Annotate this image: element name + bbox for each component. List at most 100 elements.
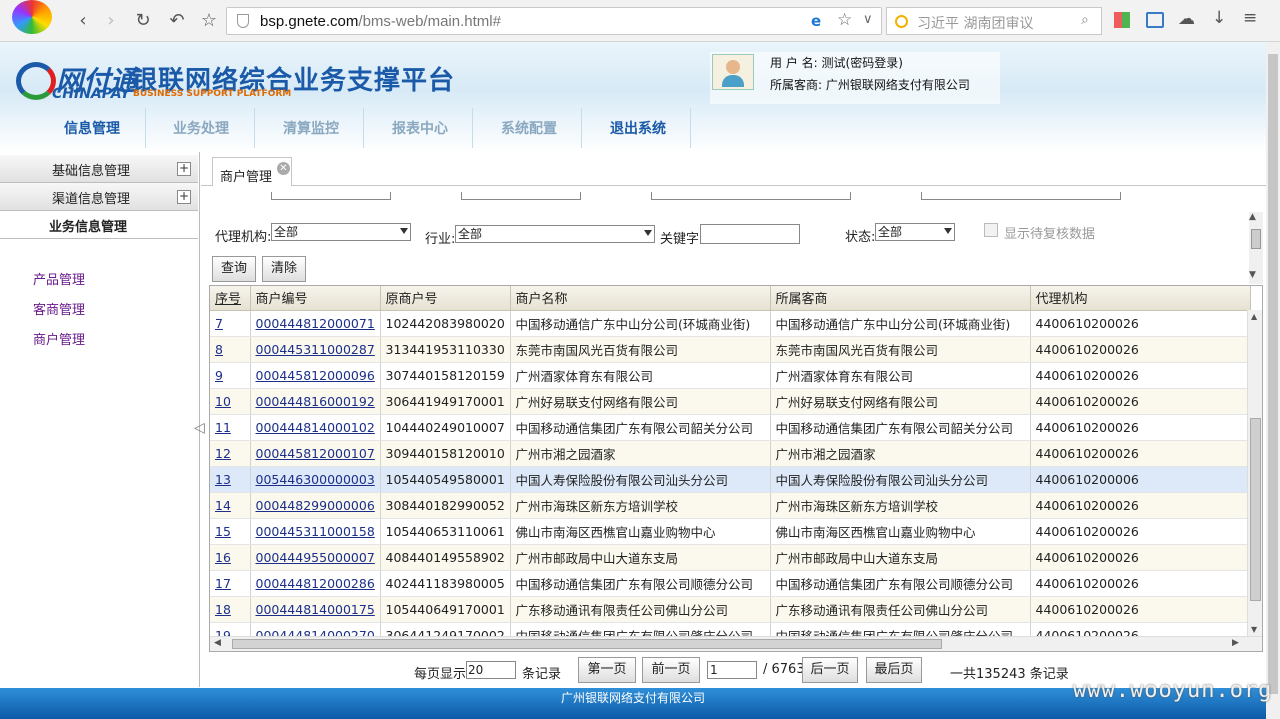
col-header-merchant-name[interactable]: 商户名称 <box>510 286 771 311</box>
cell-index[interactable]: 11 <box>210 414 251 441</box>
window-scrollbar[interactable] <box>1266 42 1280 719</box>
clipped-filter-field[interactable] <box>921 192 1121 200</box>
scroll-thumb[interactable] <box>1251 229 1261 249</box>
expand-icon[interactable]: + <box>177 162 191 176</box>
cell-index[interactable]: 16 <box>210 544 251 571</box>
sidebar-section-basic[interactable]: 基础信息管理 + <box>0 155 198 183</box>
cell-index[interactable]: 17 <box>210 570 251 597</box>
nav-clearing[interactable]: 清算监控 <box>283 118 339 138</box>
cell-merchant-id[interactable]: 000444816000192 <box>250 388 381 415</box>
cell-merchant-id[interactable]: 005446300000003 <box>250 466 381 493</box>
col-header-merchant-id[interactable]: 商户编号 <box>250 286 381 311</box>
favorite-star-icon[interactable]: ☆ <box>837 10 852 30</box>
cell-index[interactable]: 12 <box>210 440 251 467</box>
agency-select[interactable]: 全部 <box>271 223 411 241</box>
search-box[interactable]: 习近平 湖南团审议 ⌕ <box>886 7 1102 35</box>
cell-merchant-id[interactable]: 000445311000287 <box>250 336 381 363</box>
cell-index[interactable]: 13 <box>210 466 251 493</box>
cell-index[interactable]: 7 <box>210 310 251 337</box>
clipped-filter-field[interactable] <box>271 192 391 200</box>
dropdown-icon[interactable]: ∨ <box>863 12 873 27</box>
tab-merchant-management[interactable]: 商户管理 ✕ <box>212 157 292 186</box>
table-row[interactable]: 9 000445812000096 307440158120159 广州酒家体育东有限… <box>210 362 1251 389</box>
scroll-up-icon[interactable]: ▲ <box>1251 312 1257 321</box>
cell-merchant-id[interactable]: 000444955000007 <box>250 544 381 571</box>
nav-system-config[interactable]: 系统配置 <box>501 118 557 138</box>
pending-checkbox[interactable] <box>984 223 998 237</box>
sidebar-item-merchant-client[interactable]: 客商管理 <box>33 299 85 318</box>
cell-merchant-id[interactable]: 000445812000096 <box>250 362 381 389</box>
cell-index[interactable]: 18 <box>210 596 251 623</box>
filter-scrollbar[interactable]: ▲ ▼ <box>1249 212 1263 284</box>
cell-merchant-id[interactable]: 000444812000286 <box>250 570 381 597</box>
forward-icon[interactable]: › <box>100 10 122 32</box>
status-select[interactable]: 全部 <box>875 223 955 241</box>
address-bar[interactable]: bsp.gnete.com/bms-web/main.html# e ☆ ∨ <box>226 7 882 35</box>
extension-icon[interactable] <box>1146 12 1164 28</box>
table-row[interactable]: 7 000444812000071 102442083980020 中国移动通信广东中… <box>210 310 1251 337</box>
scroll-thumb[interactable] <box>232 639 942 649</box>
col-header-client[interactable]: 所属客商 <box>770 286 1031 311</box>
nav-business[interactable]: 业务处理 <box>173 118 229 138</box>
collapse-sidebar-icon[interactable]: ◁ <box>194 420 205 436</box>
cell-merchant-id[interactable]: 000444812000071 <box>250 310 381 337</box>
cloud-icon[interactable]: ☁ <box>1178 9 1195 29</box>
per-page-input[interactable]: 20 <box>466 661 516 679</box>
nav-logout[interactable]: 退出系统 <box>610 118 666 138</box>
table-row[interactable]: 8 000445311000287 313441953110330 东莞市南国风光百货… <box>210 336 1251 363</box>
scroll-thumb[interactable] <box>1268 54 1278 694</box>
reload-icon[interactable]: ↻ <box>132 10 154 32</box>
col-header-orig-merchant-id[interactable]: 原商户号 <box>380 286 511 311</box>
cell-merchant-id[interactable]: 000444814000175 <box>250 596 381 623</box>
scroll-thumb[interactable] <box>1250 418 1261 601</box>
cell-index[interactable]: 10 <box>210 388 251 415</box>
cell-merchant-id[interactable]: 000448299000006 <box>250 492 381 519</box>
nav-info-management[interactable]: 信息管理 <box>64 118 120 138</box>
query-button[interactable]: 查询 <box>212 256 256 282</box>
close-icon[interactable]: ✕ <box>277 162 290 175</box>
back-icon[interactable]: ‹ <box>72 10 94 32</box>
ie-icon[interactable]: e <box>811 12 821 30</box>
star-icon[interactable]: ☆ <box>198 10 220 32</box>
apps-icon[interactable] <box>1114 12 1130 28</box>
clipped-filter-field[interactable] <box>461 192 581 200</box>
first-page-button[interactable]: 第一页 <box>578 657 636 683</box>
menu-icon[interactable]: ≡ <box>1243 8 1257 28</box>
scroll-left-icon[interactable]: ◀ <box>214 638 221 648</box>
col-header-agency[interactable]: 代理机构 <box>1030 286 1251 311</box>
table-row[interactable]: 12 000445812000107 309440158120010 广州市湘之园酒家… <box>210 440 1251 467</box>
clear-button[interactable]: 清除 <box>262 256 306 282</box>
cell-index[interactable]: 8 <box>210 336 251 363</box>
nav-reports[interactable]: 报表中心 <box>392 118 448 138</box>
download-icon[interactable]: ↓ <box>1212 8 1226 28</box>
table-row[interactable]: 10 000444816000192 306441949170001 广州好易联支付网… <box>210 388 1251 415</box>
clipped-filter-field[interactable] <box>651 192 851 200</box>
table-row[interactable]: 17 000444812000286 402441183980005 中国移动通信集团… <box>210 570 1251 597</box>
expand-icon[interactable]: + <box>177 190 191 204</box>
scroll-down-icon[interactable]: ▼ <box>1251 625 1257 634</box>
page-input[interactable]: 1 <box>707 661 757 679</box>
sidebar-item-merchant[interactable]: 商户管理 <box>33 329 85 348</box>
table-row[interactable]: 14 000448299000006 308440182990052 广州市海珠区新东… <box>210 492 1251 519</box>
cell-index[interactable]: 15 <box>210 518 251 545</box>
scroll-right-icon[interactable]: ▶ <box>1232 638 1239 648</box>
table-vertical-scrollbar[interactable]: ▲ ▼ <box>1247 310 1262 638</box>
browser-logo-icon[interactable] <box>12 0 52 34</box>
industry-select[interactable]: 全部 <box>455 225 655 243</box>
search-icon[interactable]: ⌕ <box>1081 12 1089 28</box>
table-row[interactable]: 18 000444814000175 105440649170001 广东移动通讯有限… <box>210 596 1251 623</box>
sidebar-section-channel[interactable]: 渠道信息管理 + <box>0 183 198 211</box>
cell-index[interactable]: 14 <box>210 492 251 519</box>
sidebar-section-business[interactable]: 业务信息管理 <box>0 211 198 239</box>
col-header-index[interactable]: 序号 <box>210 286 251 311</box>
last-page-button[interactable]: 最后页 <box>866 657 922 683</box>
table-row[interactable]: 16 000444955000007 408440149558902 广州市邮政局中山… <box>210 544 1251 571</box>
cell-merchant-id[interactable]: 000445812000107 <box>250 440 381 467</box>
undo-icon[interactable]: ↶ <box>166 10 188 32</box>
cell-merchant-id[interactable]: 000444814000102 <box>250 414 381 441</box>
sidebar-item-product[interactable]: 产品管理 <box>33 269 85 288</box>
prev-page-button[interactable]: 前一页 <box>642 657 700 683</box>
cell-merchant-id[interactable]: 000445311000158 <box>250 518 381 545</box>
scroll-down-icon[interactable]: ▼ <box>1249 270 1256 280</box>
cell-index[interactable]: 9 <box>210 362 251 389</box>
